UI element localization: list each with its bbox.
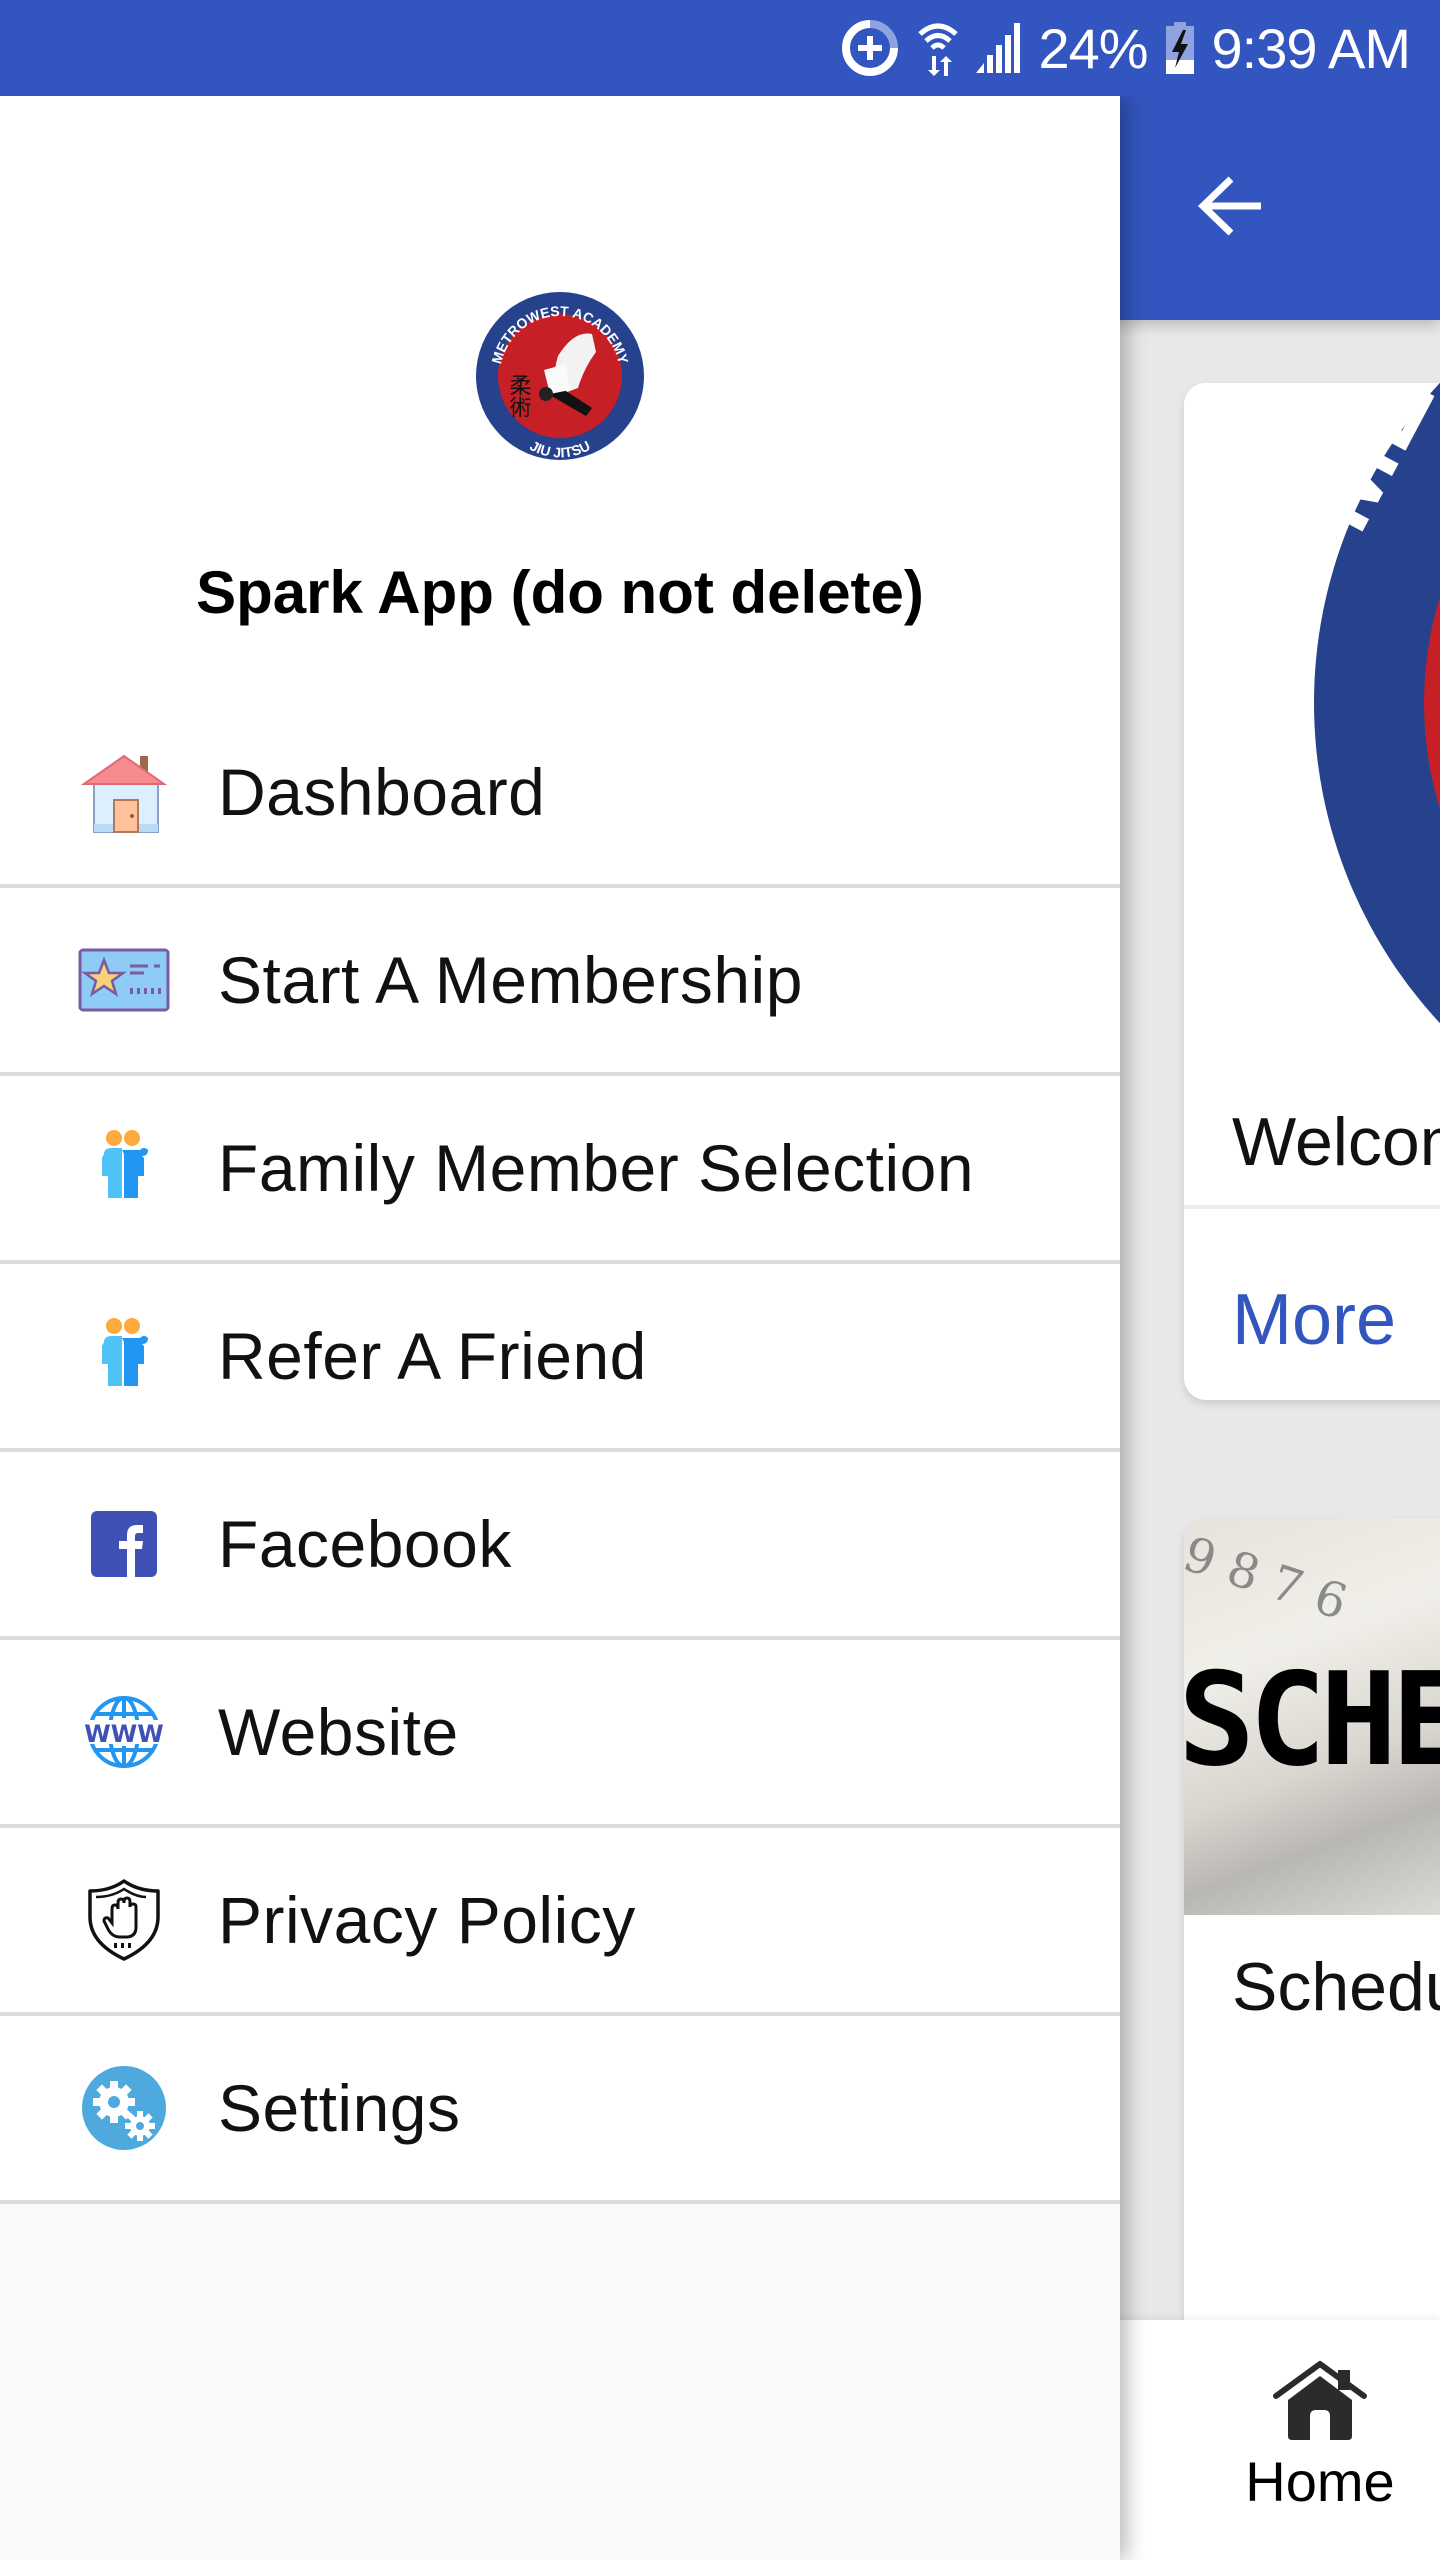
clock-numbers: 9 8 7 6 [1184,1526,1354,1632]
screen: 24% 9:39 AM ME Welco More 9 8 7 6 SCHE S… [0,0,1440,2560]
academy-logo: METROWEST ACADEMY JIU JITSU 柔術 [474,290,646,462]
nav-home-label: Home [1245,2450,1395,2513]
menu-item-privacy-policy[interactable]: Privacy Policy [0,1828,1120,2016]
drawer-menu: Dashboard Start A Membership Family Memb… [0,700,1120,2204]
home-icon [1272,2360,1368,2445]
card-divider [1184,1205,1440,1209]
svg-text:WWW: WWW [84,1720,163,1748]
friends-icon [78,1122,170,1214]
menu-item-label: Refer A Friend [218,1319,647,1393]
facebook-icon [78,1498,170,1590]
www-globe-icon: WWW [78,1686,170,1778]
menu-item-website[interactable]: WWW Website [0,1640,1120,1828]
signal-icon [976,23,1021,73]
membership-card-icon [78,934,170,1026]
data-saver-icon [840,18,900,78]
clock: 9:39 AM [1211,16,1411,80]
nav-home-tab[interactable]: Home [1220,2360,1420,2530]
menu-item-label: Start A Membership [218,943,803,1017]
gears-icon [78,2062,170,2154]
friends-icon [78,1310,170,1402]
shield-hand-icon [78,1874,170,1966]
welcome-card[interactable]: ME Welcome More [1184,383,1440,1400]
battery-charging-icon [1165,22,1194,74]
academy-logo-image: ME [1184,383,1440,1023]
status-bar: 24% 9:39 AM [0,0,1440,96]
navigation-drawer: METROWEST ACADEMY JIU JITSU 柔術 Spark App… [0,96,1120,2560]
menu-item-dashboard[interactable]: Dashboard [0,700,1120,888]
house-icon [78,746,170,838]
menu-item-start-membership[interactable]: Start A Membership [0,888,1120,1076]
menu-item-settings[interactable]: Settings [0,2016,1120,2204]
menu-item-label: Family Member Selection [218,1131,975,1205]
schedule-card[interactable]: 9 8 7 6 SCHEDULE Schedule [1184,1518,1440,2418]
schedule-card-title: Schedule [1232,1949,1440,2025]
welcome-card-title: Welcome [1232,1104,1440,1180]
svg-text:柔術: 柔術 [506,374,532,418]
drawer-header: METROWEST ACADEMY JIU JITSU 柔術 Spark App… [0,96,1120,700]
menu-item-label: Facebook [218,1507,512,1581]
menu-item-facebook[interactable]: Facebook [0,1452,1120,1640]
more-button[interactable]: More [1232,1279,1396,1361]
wifi-icon [918,20,959,76]
schedule-image: 9 8 7 6 SCHEDULE [1184,1518,1440,1915]
battery-percent: 24% [1038,16,1148,80]
schedule-image-text: SCHEDULE [1184,1646,1440,1795]
menu-item-family-member-selection[interactable]: Family Member Selection [0,1076,1120,1264]
back-button[interactable] [1190,168,1270,248]
menu-item-label: Dashboard [218,755,546,829]
menu-item-label: Settings [218,2071,461,2145]
drawer-title: Spark App (do not delete) [196,559,924,626]
menu-item-label: Website [218,1695,459,1769]
menu-item-refer-a-friend[interactable]: Refer A Friend [0,1264,1120,1452]
menu-item-label: Privacy Policy [218,1883,636,1957]
status-icons: 24% 9:39 AM [840,0,1411,96]
arrow-left-icon [1197,175,1263,242]
